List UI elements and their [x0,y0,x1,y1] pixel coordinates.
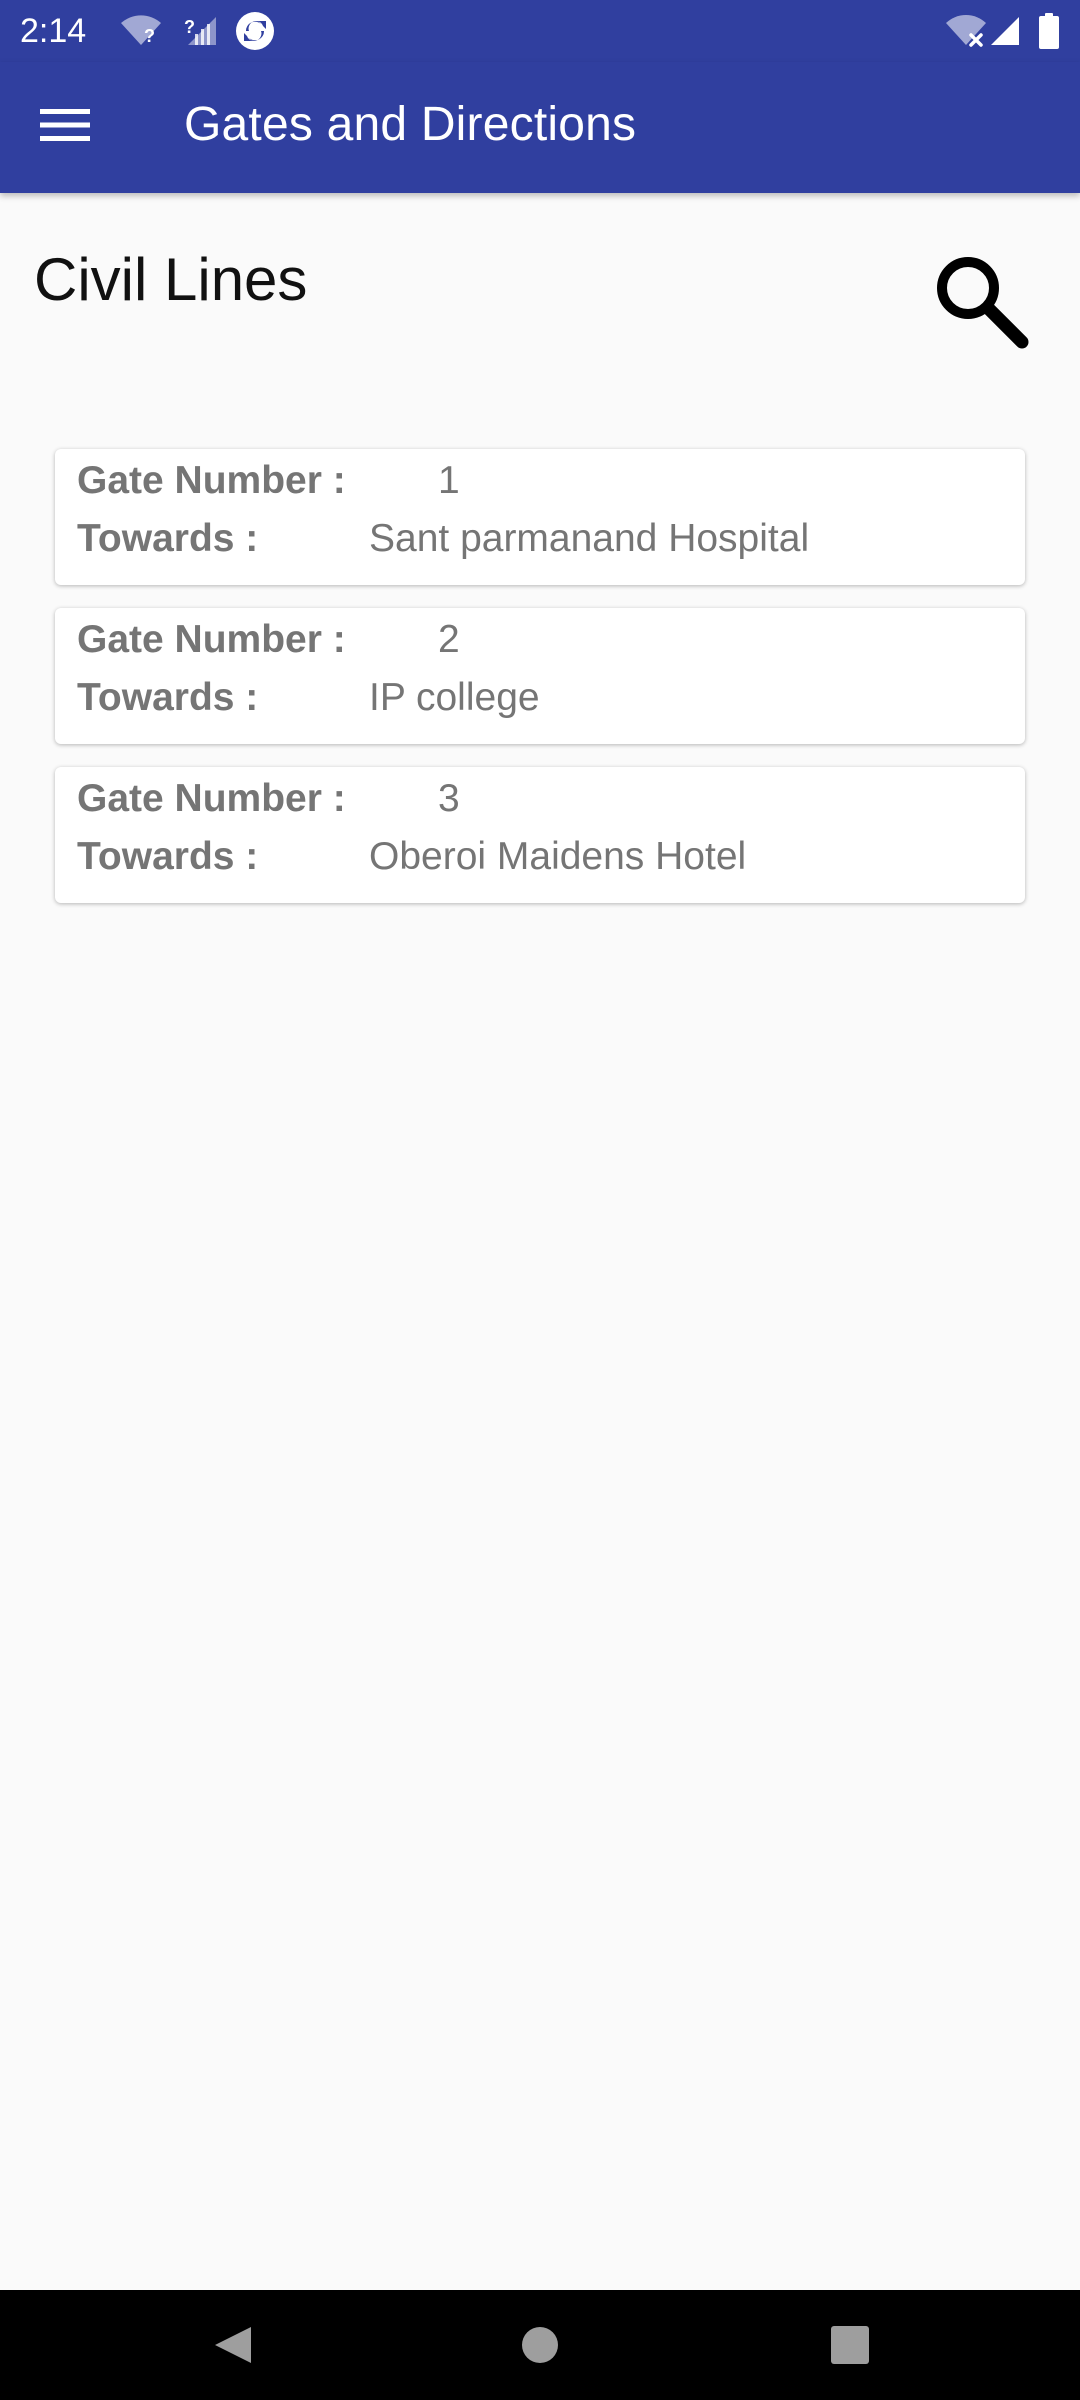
gate-number-value: 1 [438,459,460,502]
wifi-off-icon [944,10,988,52]
towards-value: Oberoi Maidens Hotel [369,835,747,878]
gate-card[interactable]: Gate Number : 3 Towards : Oberoi Maidens… [55,767,1025,903]
cell-signal-icon [988,10,1022,52]
recents-square-icon [831,2326,869,2364]
sync-app-icon [232,10,278,52]
towards-label: Towards : [77,835,259,878]
navigation-bar [0,2290,1080,2400]
gate-card[interactable]: Gate Number : 2 Towards : IP college [55,608,1025,744]
back-triangle-icon [215,2327,251,2363]
app-bar: Gates and Directions [0,62,1080,193]
recents-button[interactable] [805,2310,895,2380]
svg-text:?: ? [184,17,195,37]
back-button[interactable] [188,2310,278,2380]
home-circle-icon [522,2327,558,2363]
svg-text:?: ? [144,26,155,46]
search-button[interactable] [925,245,1035,355]
battery-icon [1036,10,1062,52]
gate-number-label: Gate Number : [77,618,346,661]
hamburger-menu-icon [40,109,90,141]
app-title: Gates and Directions [184,98,637,151]
gate-number-label: Gate Number : [77,777,346,820]
gate-card[interactable]: Gate Number : 1 Towards : Sant parmanand… [55,449,1025,585]
towards-value: IP college [369,676,540,719]
status-time: 2:14 [20,12,87,50]
towards-value: Sant parmanand Hospital [369,517,810,560]
gate-number-value: 3 [438,777,460,820]
towards-label: Towards : [77,676,259,719]
station-name: Civil Lines [34,246,308,313]
gate-number-value: 2 [438,618,460,661]
status-bar: 2:14 ? ? [0,0,1080,62]
towards-label: Towards : [77,517,259,560]
wifi-unknown-icon: ? [118,10,164,52]
gate-number-label: Gate Number : [77,459,346,502]
home-button[interactable] [495,2310,585,2380]
menu-button[interactable] [32,92,98,158]
search-icon [937,257,1029,349]
gate-list: Gate Number : 1 Towards : Sant parmanand… [55,449,1025,926]
signal-unknown-icon: ? [180,10,220,52]
